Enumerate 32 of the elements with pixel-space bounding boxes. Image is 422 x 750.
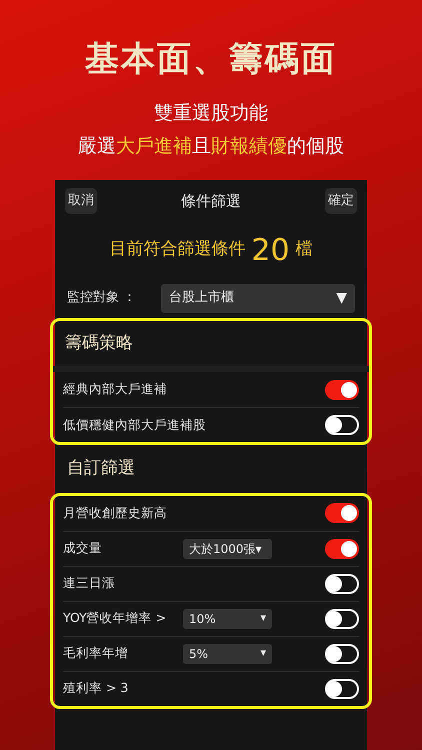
toggle-switch[interactable] [325, 503, 359, 523]
filter-label: 連三日漲 [63, 574, 116, 592]
filter-label: YOY營收年增率 > [63, 609, 168, 628]
filter-label: 成交量 [63, 539, 103, 558]
headline-title: 基本面、籌碼面 [85, 38, 337, 81]
match-count: 20 [251, 236, 290, 266]
confirm-button[interactable]: 確定 [325, 188, 357, 214]
toggle-switch[interactable] [325, 678, 359, 698]
section-title: 籌碼策略 [64, 332, 134, 354]
subtitle: 雙重選股功能 [154, 101, 268, 126]
filter-label: 月營收創歷史新高 [63, 504, 168, 522]
match-count-label: 目前符合篩選條件 [109, 238, 246, 261]
subtitle: 嚴選大戶進補且財報績優的個股 [78, 134, 344, 158]
toggle-switch[interactable] [325, 608, 359, 628]
toggle-switch[interactable] [325, 380, 359, 400]
filter-label: 殖利率 > 3 [63, 679, 130, 698]
toggle-switch[interactable] [325, 644, 359, 664]
screen-title: 條件篩選 [181, 190, 241, 212]
value-dropdown[interactable]: 大於1000張▾ [183, 538, 272, 558]
value-dropdown[interactable]: 10% ▾ [183, 608, 272, 628]
filter-label: 低價穩健內部大戶進補股 [63, 416, 206, 434]
monitor-label: 監控對象 ： [67, 289, 138, 308]
toggle-switch[interactable] [325, 574, 359, 594]
value-dropdown[interactable]: 5% ▾ [183, 644, 272, 664]
count-unit: 檔 [296, 238, 313, 261]
toggle-switch[interactable] [325, 538, 359, 558]
cancel-button[interactable]: 取消 [65, 188, 97, 214]
filter-label: 毛利率年增 [63, 644, 129, 662]
market-dropdown[interactable]: 台股上市櫃 ▼ [161, 284, 355, 312]
section-title: 自訂篩選 [66, 457, 136, 480]
toggle-switch[interactable] [325, 415, 359, 435]
filter-label: 經典內部大戶進補 [63, 380, 168, 398]
